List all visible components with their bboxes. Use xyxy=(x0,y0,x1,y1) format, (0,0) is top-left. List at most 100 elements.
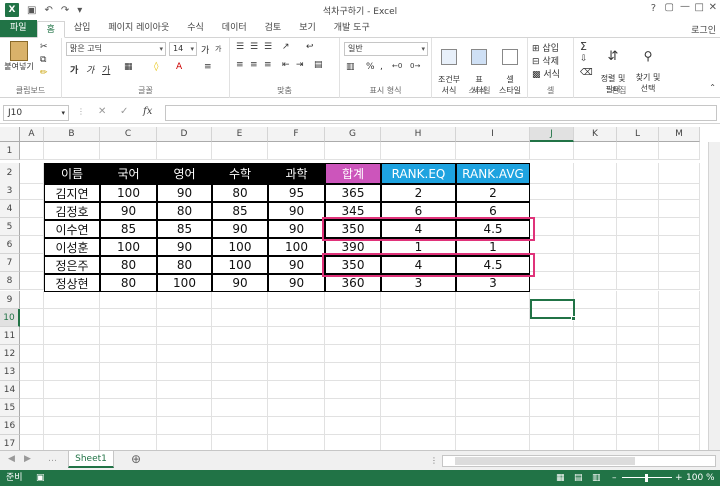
cell-a11[interactable] xyxy=(20,327,44,345)
cell-m17[interactable] xyxy=(659,435,700,450)
cell-k1[interactable] xyxy=(574,142,617,160)
cell-d9[interactable] xyxy=(157,291,212,309)
cell-m10[interactable] xyxy=(659,309,700,327)
cell-g12[interactable] xyxy=(325,345,381,363)
cell-k5[interactable] xyxy=(574,218,617,236)
cell-m9[interactable] xyxy=(659,291,700,309)
cell-g9[interactable] xyxy=(325,291,381,309)
table-cell[interactable]: 정상현 xyxy=(44,274,100,292)
column-header-l[interactable]: L xyxy=(617,127,659,142)
cell-h9[interactable] xyxy=(381,291,456,309)
font-size-combo[interactable]: 14 ▾ xyxy=(169,42,197,56)
fill-icon[interactable]: ⇩ xyxy=(580,54,588,64)
cell-a1[interactable] xyxy=(20,142,44,160)
cell-m15[interactable] xyxy=(659,399,700,417)
cell-f11[interactable] xyxy=(268,327,325,345)
cell-e14[interactable] xyxy=(212,381,268,399)
table-cell[interactable]: 90 xyxy=(212,220,268,238)
cell-k6[interactable] xyxy=(574,236,617,254)
table-header-cell[interactable]: 이름 xyxy=(44,163,100,184)
cell-m12[interactable] xyxy=(659,345,700,363)
column-header-e[interactable]: E xyxy=(212,127,268,142)
cell-a2[interactable] xyxy=(20,163,44,184)
minimize-icon[interactable]: — xyxy=(680,1,690,12)
row-header-16[interactable]: 16 xyxy=(0,417,20,435)
table-cell[interactable]: 80 xyxy=(100,274,157,292)
cell-h11[interactable] xyxy=(381,327,456,345)
orientation-icon[interactable]: ↗ xyxy=(282,42,290,52)
cell-l1[interactable] xyxy=(617,142,659,160)
cell-a7[interactable] xyxy=(20,254,44,272)
cell-g15[interactable] xyxy=(325,399,381,417)
formula-input[interactable] xyxy=(165,105,717,121)
cell-d1[interactable] xyxy=(157,142,212,160)
table-cell[interactable]: 100 xyxy=(100,184,157,202)
cell-j3[interactable] xyxy=(530,182,574,200)
grow-font-button[interactable]: 가 xyxy=(201,43,209,56)
cell-l14[interactable] xyxy=(617,381,659,399)
wrap-text-icon[interactable]: ↩ xyxy=(306,42,314,52)
close-icon[interactable]: ✕ xyxy=(709,2,717,13)
cell-j13[interactable] xyxy=(530,363,574,381)
table-cell[interactable]: 90 xyxy=(268,220,325,238)
table-cell[interactable]: 100 xyxy=(212,256,268,274)
cell-e17[interactable] xyxy=(212,435,268,450)
tab-review[interactable]: 검토 xyxy=(256,20,291,37)
cell-b9[interactable] xyxy=(44,291,100,309)
horizontal-scrollbar[interactable] xyxy=(442,455,716,467)
table-cell[interactable]: 2 xyxy=(381,184,456,202)
cell-a4[interactable] xyxy=(20,200,44,218)
cell-h13[interactable] xyxy=(381,363,456,381)
column-header-k[interactable]: K xyxy=(574,127,617,142)
cell-m16[interactable] xyxy=(659,417,700,435)
maximize-icon[interactable]: □ xyxy=(695,2,704,13)
cell-h14[interactable] xyxy=(381,381,456,399)
ribbon-options-icon[interactable]: ▢ xyxy=(665,2,674,13)
font-color-icon[interactable]: A xyxy=(176,62,182,72)
prev-sheet-icon[interactable]: ◀ xyxy=(8,454,15,464)
cell-k14[interactable] xyxy=(574,381,617,399)
cell-b10[interactable] xyxy=(44,309,100,327)
paste-button[interactable]: 붙여넣기 xyxy=(4,41,34,72)
cell-k17[interactable] xyxy=(574,435,617,450)
cell-m4[interactable] xyxy=(659,200,700,218)
row-header-1[interactable]: 1 xyxy=(0,142,20,160)
table-cell[interactable]: 2 xyxy=(456,184,530,202)
table-header-cell[interactable]: 국어 xyxy=(100,163,157,184)
table-header-cell[interactable]: 수학 xyxy=(212,163,268,184)
sign-in-link[interactable]: 로그인 xyxy=(691,23,716,36)
table-cell[interactable]: 85 xyxy=(157,220,212,238)
cell-e15[interactable] xyxy=(212,399,268,417)
cell-j1[interactable] xyxy=(530,142,574,160)
cell-c17[interactable] xyxy=(100,435,157,450)
cell-k13[interactable] xyxy=(574,363,617,381)
table-cell[interactable]: 80 xyxy=(157,202,212,220)
cell-f1[interactable] xyxy=(268,142,325,160)
autosum-icon[interactable]: Σ xyxy=(580,40,587,53)
column-header-j[interactable]: J xyxy=(530,127,574,142)
table-cell[interactable]: 85 xyxy=(212,202,268,220)
page-layout-view-icon[interactable]: ▤ xyxy=(574,470,583,486)
customize-qat-icon[interactable]: ▾ xyxy=(77,5,82,16)
increase-indent-icon[interactable]: ⇥ xyxy=(296,60,304,70)
cell-m7[interactable] xyxy=(659,254,700,272)
horizontal-scroll-thumb[interactable] xyxy=(455,457,635,465)
format-painter-icon[interactable]: ✏ xyxy=(40,68,48,78)
cell-b1[interactable] xyxy=(44,142,100,160)
cell-m14[interactable] xyxy=(659,381,700,399)
table-header-cell[interactable]: 합계 xyxy=(325,163,381,184)
cell-d13[interactable] xyxy=(157,363,212,381)
cell-f9[interactable] xyxy=(268,291,325,309)
vertical-scrollbar[interactable] xyxy=(708,142,720,450)
accounting-format-icon[interactable]: ▥ xyxy=(346,62,355,72)
enter-icon[interactable]: ✓ xyxy=(120,106,128,117)
cell-j14[interactable] xyxy=(530,381,574,399)
cell-l15[interactable] xyxy=(617,399,659,417)
select-all-corner[interactable] xyxy=(0,127,20,142)
cell-l17[interactable] xyxy=(617,435,659,450)
cell-l4[interactable] xyxy=(617,200,659,218)
table-cell[interactable]: 90 xyxy=(268,256,325,274)
cell-m5[interactable] xyxy=(659,218,700,236)
row-header-7[interactable]: 7 xyxy=(0,254,20,272)
cell-i11[interactable] xyxy=(456,327,530,345)
